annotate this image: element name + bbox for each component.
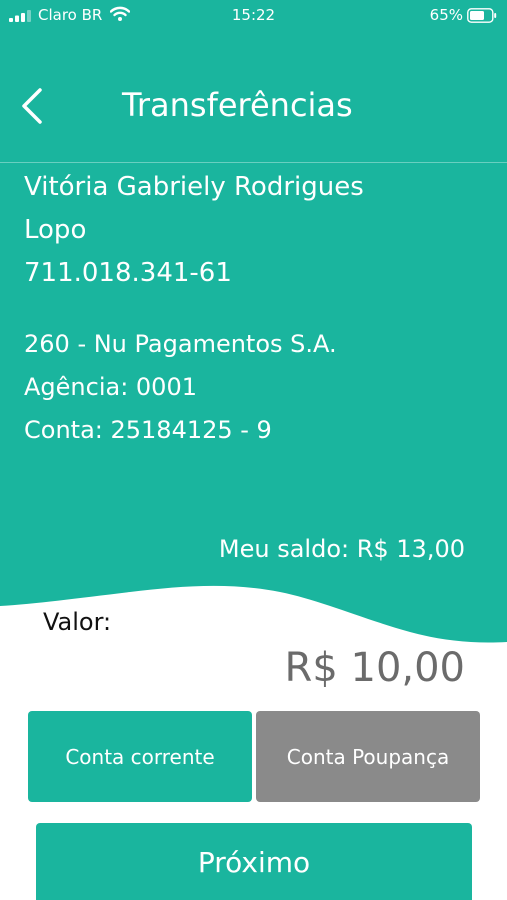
recipient-name-line2: Lopo (24, 215, 87, 245)
amount-value[interactable]: R$ 10,00 (285, 645, 465, 691)
recipient-cpf: 711.018.341-61 (24, 258, 232, 288)
recipient-info: Vitória Gabriely Rodrigues Lopo 711.018.… (24, 166, 484, 295)
app-header: Transferências (0, 60, 507, 160)
value-label: Valor: (43, 608, 112, 636)
battery-icon (467, 8, 497, 23)
back-chevron-icon[interactable] (14, 86, 50, 126)
battery-percentage: 65% (429, 6, 463, 24)
bank-name: 260 - Nu Pagamentos S.A. (24, 330, 337, 358)
savings-account-button[interactable]: Conta Poupança (256, 711, 480, 802)
next-button[interactable]: Próximo (36, 823, 472, 900)
bank-account: Conta: 25184125 - 9 (24, 416, 272, 444)
page-title: Transferências (122, 86, 353, 124)
recipient-name-line1: Vitória Gabriely Rodrigues (24, 172, 364, 202)
status-bar: Claro BR 15:22 65% (0, 0, 507, 32)
transfer-screen: Claro BR 15:22 65% Transferências Vitóri… (0, 0, 507, 900)
checking-account-button[interactable]: Conta corrente (28, 711, 252, 802)
bank-agency: Agência: 0001 (24, 373, 197, 401)
balance-text: Meu saldo: R$ 13,00 (218, 535, 465, 563)
bank-info: 260 - Nu Pagamentos S.A. Agência: 0001 C… (24, 323, 484, 452)
header-divider (0, 162, 507, 163)
